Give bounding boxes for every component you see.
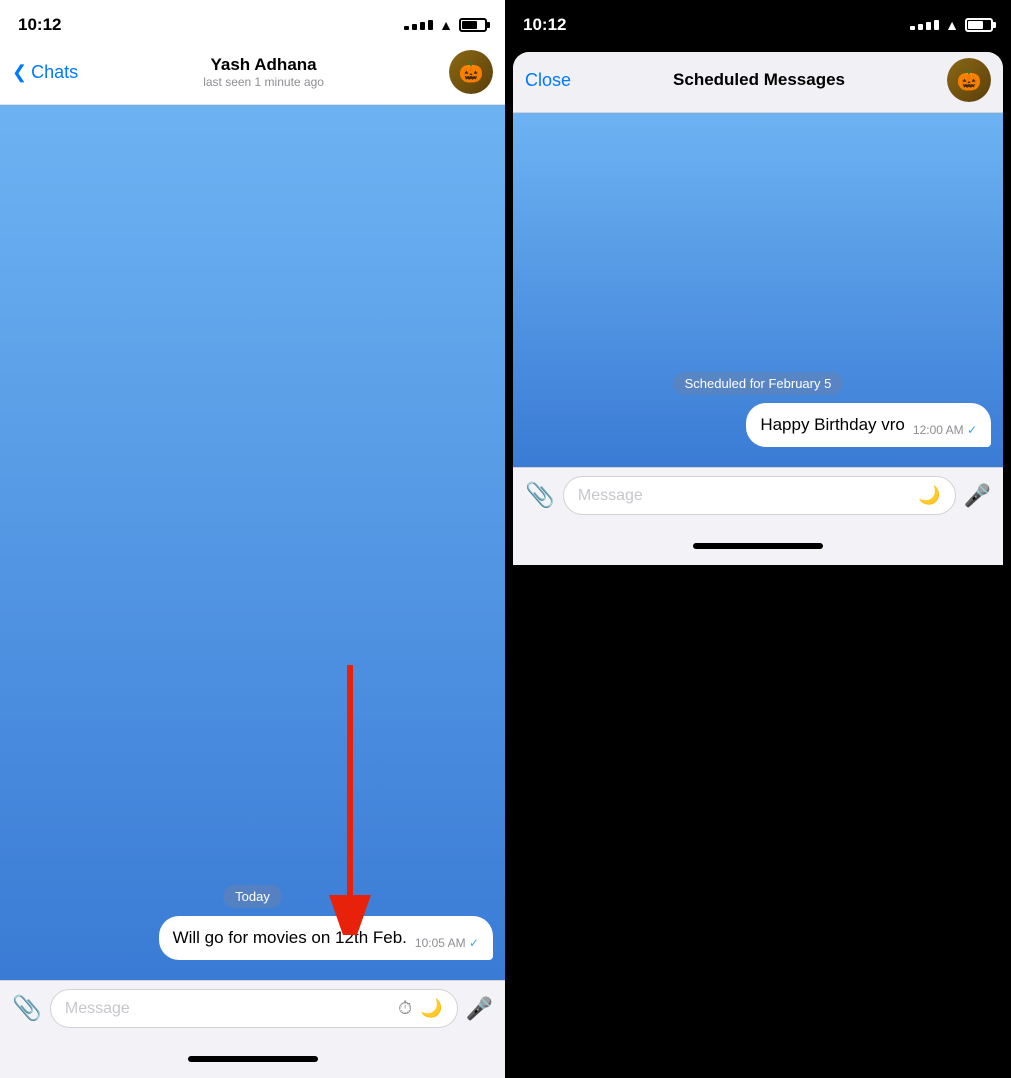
left-home-indicator <box>188 1056 318 1062</box>
signal-icon <box>404 20 433 30</box>
avatar-image: 🎃 <box>449 50 493 94</box>
right-message-input[interactable]: Message 🌙 <box>563 476 956 515</box>
right-bottom-black <box>505 565 1011 1078</box>
right-checkmark-icon: ✓ <box>967 423 977 437</box>
left-input-bar: 📎 Message ⏱ 🌙 🎤 <box>0 980 505 1056</box>
right-nav-bar: Close Scheduled Messages 🎃 <box>513 52 1003 113</box>
microphone-icon[interactable]: 🎤 <box>466 996 493 1022</box>
emoji-icon[interactable]: 🌙 <box>420 998 442 1019</box>
right-message-text: Happy Birthday vro <box>760 413 905 437</box>
left-chat-area: Today Will go for movies on 12th Feb. 10… <box>0 105 505 980</box>
left-time: 10:12 <box>18 15 61 35</box>
back-label: Chats <box>31 62 78 83</box>
scheduled-date-badge: Scheduled for February 5 <box>673 372 844 395</box>
wifi-icon: ▲ <box>439 17 453 33</box>
left-status-bar: 10:12 ▲ <box>0 0 505 44</box>
right-nav-center: Scheduled Messages <box>673 70 845 90</box>
message-time: 10:05 AM ✓ <box>415 936 479 950</box>
close-button[interactable]: Close <box>525 70 571 91</box>
close-label: Close <box>525 70 571 91</box>
right-wifi-icon: ▲ <box>945 17 959 33</box>
chevron-left-icon: ❮ <box>12 62 27 83</box>
left-phone: 10:12 ▲ ❮ Chats Yash Adhana last seen 1 … <box>0 0 505 1078</box>
right-home-indicator <box>693 543 823 549</box>
right-time: 10:12 <box>523 15 566 35</box>
scheduled-title: Scheduled Messages <box>673 70 845 90</box>
checkmark-icon: ✓ <box>469 936 479 950</box>
nav-center: Yash Adhana last seen 1 minute ago <box>203 55 324 89</box>
right-microphone-icon[interactable]: 🎤 <box>964 483 991 509</box>
right-chat-area: Scheduled for February 5 Happy Birthday … <box>513 113 1003 467</box>
chat-title: Yash Adhana <box>210 55 316 75</box>
right-contact-avatar[interactable]: 🎃 <box>947 58 991 102</box>
input-field-icons: ⏱ 🌙 <box>398 998 442 1019</box>
right-signal-icon <box>910 20 939 30</box>
left-nav-bar: ❮ Chats Yash Adhana last seen 1 minute a… <box>0 44 505 105</box>
right-emoji-icon[interactable]: 🌙 <box>918 485 940 506</box>
back-button[interactable]: ❮ Chats <box>12 62 78 83</box>
right-status-bar: 10:12 ▲ <box>505 0 1011 44</box>
right-message-time: 12:00 AM ✓ <box>913 423 977 437</box>
date-badge: Today <box>223 885 282 908</box>
right-input-placeholder: Message <box>578 487 643 505</box>
right-input-field-icons: 🌙 <box>918 485 940 506</box>
chat-subtitle: last seen 1 minute ago <box>203 75 324 89</box>
left-messages: Today Will go for movies on 12th Feb. 10… <box>0 875 505 980</box>
right-avatar-image: 🎃 <box>947 58 991 102</box>
red-arrow <box>290 655 410 935</box>
input-placeholder: Message <box>65 1000 130 1018</box>
left-status-icons: ▲ <box>404 17 487 33</box>
scheduled-modal: Close Scheduled Messages 🎃 Scheduled for… <box>513 52 1003 565</box>
right-message-bubble: Happy Birthday vro 12:00 AM ✓ <box>746 403 991 447</box>
right-status-icons: ▲ <box>910 17 993 33</box>
right-phone: 10:12 ▲ Close Scheduled Messages <box>505 0 1011 1078</box>
right-home-area <box>513 543 1003 565</box>
left-message-input[interactable]: Message ⏱ 🌙 <box>50 989 458 1028</box>
schedule-icon[interactable]: ⏱ <box>398 998 412 1019</box>
right-battery-icon <box>965 18 993 32</box>
contact-avatar[interactable]: 🎃 <box>449 50 493 94</box>
attachment-icon[interactable]: 📎 <box>12 994 42 1023</box>
battery-icon <box>459 18 487 32</box>
right-messages: Scheduled for February 5 Happy Birthday … <box>513 362 1003 467</box>
right-input-bar: 📎 Message 🌙 🎤 <box>513 467 1003 543</box>
left-home-area <box>0 1056 505 1078</box>
right-attachment-icon[interactable]: 📎 <box>525 481 555 510</box>
